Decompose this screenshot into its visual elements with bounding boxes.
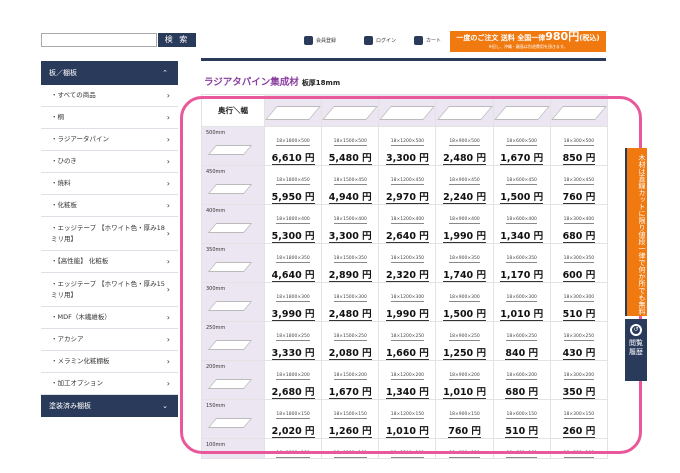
sidebar-item[interactable]: ・ひのき ›	[41, 151, 178, 173]
sidebar-heading-boards[interactable]: 板／棚板 ⌃	[41, 61, 178, 85]
cart-icon	[414, 36, 423, 45]
chevron-right-icon: ›	[166, 113, 170, 122]
view-history-tab[interactable]: ↺ 閲覧 履歴	[625, 319, 647, 381]
sidebar-item[interactable]: ・ラジアータパイン ›	[41, 129, 178, 151]
login-icon	[364, 36, 373, 45]
chevron-down-icon: ⌄	[162, 402, 168, 410]
title-subtitle: 板厚18mm	[301, 79, 341, 87]
search-button[interactable]: 検 索	[158, 33, 196, 47]
sidebar-item-label: ・ラジアータパイン	[51, 135, 109, 143]
browser-frame: 検 索 会員登録 ログイン カート 一度のご注文 送料 全国一律980円(税込)…	[0, 0, 680, 473]
chevron-right-icon: ›	[166, 179, 170, 188]
chevron-right-icon: ›	[166, 335, 170, 344]
chevron-right-icon: ›	[166, 285, 170, 294]
promo-text: 一度のご注文 送料 全国一律	[456, 34, 546, 42]
promo-note: ※但し、沖縄・離島は別途費用を頂きます。	[488, 44, 568, 49]
sidebar-item-label: ・アカシア	[51, 335, 84, 343]
login-link[interactable]: ログイン	[364, 36, 396, 45]
sidebar-item-label: ・ひのき	[51, 157, 77, 165]
chevron-right-icon: ›	[166, 135, 170, 144]
chevron-up-icon: ⌃	[162, 69, 168, 77]
sidebar-item-label: ・【高性能】 化粧板	[51, 257, 109, 265]
chevron-right-icon: ›	[166, 379, 170, 388]
free-cutting-tab[interactable]: 木材は直線カットに限り値段一律で何か所でも無料	[625, 148, 647, 316]
history-icon: ↺	[630, 324, 642, 336]
search-input[interactable]	[41, 33, 157, 47]
sidebar-item[interactable]: ・MDF（木繊維板） ›	[41, 307, 178, 329]
chevron-right-icon: ›	[166, 201, 170, 210]
header-divider	[201, 58, 606, 61]
chevron-right-icon: ›	[166, 357, 170, 366]
highlight-outline	[180, 96, 642, 454]
cart-label: カート	[426, 38, 442, 44]
sidebar-list: ・すべての商品 › ・桐 › ・ラジアータパイン › ・ひのき › ・焼料 › ・化粧板 › ・エッジテ…	[41, 85, 178, 395]
sidebar-item[interactable]: ・加工オプション ›	[41, 373, 178, 395]
shipping-promo-banner[interactable]: 一度のご注文 送料 全国一律980円(税込) ※但し、沖縄・離島は別途費用を頂き…	[450, 31, 606, 52]
sidebar-item[interactable]: ・化粧板 ›	[41, 195, 178, 217]
sidebar-item-label: ・エッジテープ 【ホワイト色・厚み18ミリ用】	[51, 223, 165, 243]
cart-link[interactable]: カート	[414, 36, 441, 45]
register-link[interactable]: 会員登録	[304, 36, 336, 45]
sidebar-item[interactable]: ・すべての商品 ›	[41, 85, 178, 107]
page-title: ラジアタパイン集成材 板厚18mm	[204, 74, 340, 88]
sidebar-heading-painted[interactable]: 塗装済み棚板 ⌄	[41, 395, 178, 417]
sidebar: 板／棚板 ⌃ ・すべての商品 › ・桐 › ・ラジアータパイン › ・ひのき › ・焼料 › ・化粧…	[41, 61, 178, 433]
page-stage: 検 索 会員登録 ログイン カート 一度のご注文 送料 全国一律980円(税込)…	[14, 0, 680, 473]
sidebar-item-label: ・すべての商品	[51, 91, 96, 99]
sidebar-item[interactable]: ・エッジテープ 【ホワイト色・厚み18ミリ用】 ›	[41, 217, 178, 251]
sidebar-heading2-label: 塗装済み棚板	[49, 402, 91, 410]
sidebar-item[interactable]: ・アカシア ›	[41, 329, 178, 351]
title-text: ラジアタパイン集成材	[204, 77, 299, 88]
history-label-1: 閲覧	[629, 339, 643, 347]
chevron-right-icon: ›	[166, 91, 170, 100]
sidebar-item-label: ・エッジテープ 【ホワイト色・厚み15ミリ用】	[51, 279, 165, 299]
chevron-right-icon: ›	[166, 313, 170, 322]
sidebar-item-label: ・桐	[51, 113, 64, 121]
sidebar-item[interactable]: ・エッジテープ 【ホワイト色・厚み15ミリ用】 ›	[41, 273, 178, 307]
sidebar-item-label: ・加工オプション	[51, 379, 103, 387]
sidebar-item-label: ・MDF（木繊維板）	[51, 313, 111, 321]
sidebar-item[interactable]: ・焼料 ›	[41, 173, 178, 195]
history-label-2: 履歴	[629, 348, 643, 356]
sidebar-item[interactable]: ・【高性能】 化粧板 ›	[41, 251, 178, 273]
chevron-right-icon: ›	[166, 157, 170, 166]
sidebar-item[interactable]: ・メラミン化粧棚板 ›	[41, 351, 178, 373]
login-label: ログイン	[376, 38, 397, 44]
sidebar-item-label: ・焼料	[51, 179, 71, 187]
chevron-right-icon: ›	[166, 229, 170, 238]
promo-tax: (税込)	[579, 34, 600, 42]
sidebar-item-label: ・化粧板	[51, 201, 77, 209]
sidebar-item[interactable]: ・桐 ›	[41, 107, 178, 129]
sidebar-item-label: ・メラミン化粧棚板	[51, 357, 110, 365]
chevron-right-icon: ›	[166, 257, 170, 266]
register-label: 会員登録	[316, 38, 337, 44]
user-icon	[304, 36, 313, 45]
promo-price: 980円	[545, 30, 580, 43]
sidebar-heading-label: 板／棚板	[49, 69, 77, 77]
